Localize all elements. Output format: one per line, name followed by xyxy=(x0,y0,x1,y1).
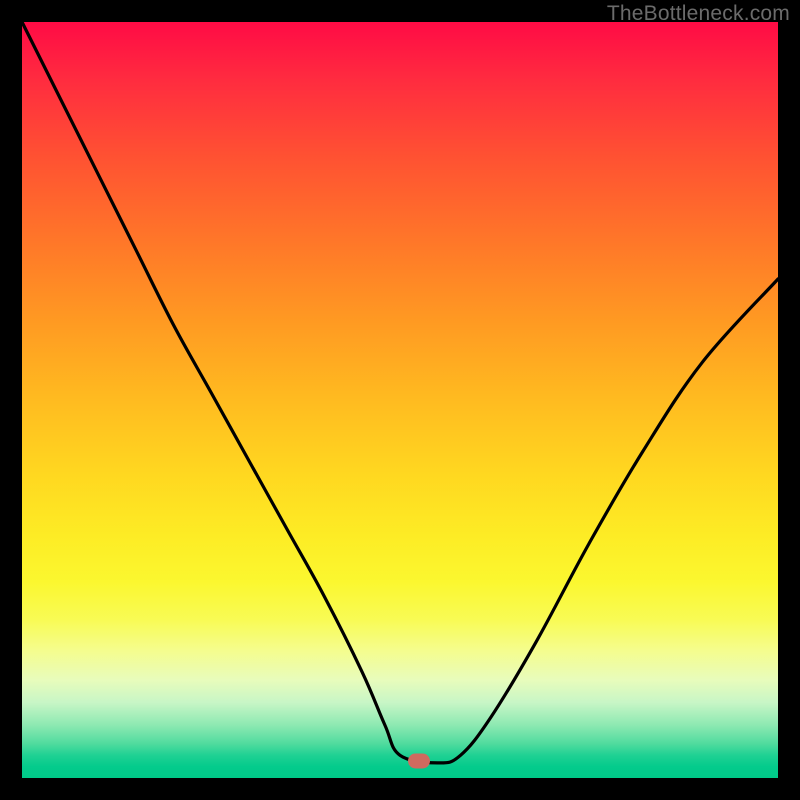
optimal-point-marker xyxy=(408,754,430,769)
bottleneck-curve-path xyxy=(22,22,778,763)
watermark-text: TheBottleneck.com xyxy=(607,2,790,26)
plot-area xyxy=(22,22,778,778)
chart-frame: TheBottleneck.com xyxy=(0,0,800,800)
curve-svg xyxy=(22,22,778,778)
